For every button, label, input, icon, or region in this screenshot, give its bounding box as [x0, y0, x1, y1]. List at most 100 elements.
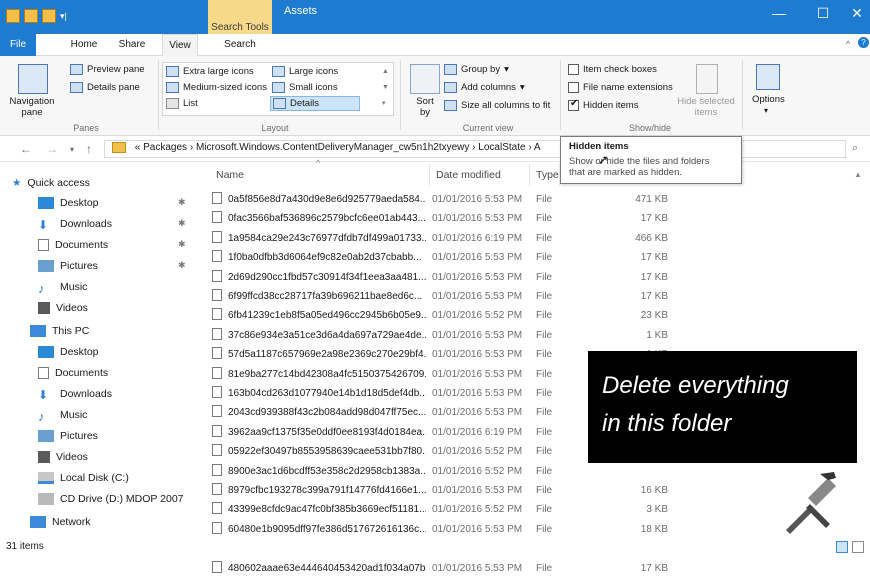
group-by-button[interactable]: Group by ▾: [444, 64, 509, 75]
sidebar-item-local-disk[interactable]: Local Disk (C:): [0, 467, 196, 488]
sidebar-item-label: CD Drive (D:) MDOP 2007: [60, 492, 184, 505]
sidebar-item-videos[interactable]: Videos: [0, 446, 196, 467]
sidebar-item-documents[interactable]: Documents: [0, 362, 196, 383]
sidebar-item-network[interactable]: Network: [0, 511, 196, 532]
minimize-button[interactable]: —: [762, 0, 796, 30]
tab-file[interactable]: File: [0, 34, 36, 56]
details-option[interactable]: Details: [270, 96, 361, 111]
dropdown-arrow-icon[interactable]: ▾: [764, 106, 768, 115]
hidden-items-checkbox[interactable]: [568, 98, 579, 111]
file-row[interactable]: 60480e1b9095dff97fe386d517672616136c... 0…: [198, 520, 846, 539]
breadcrumb-assets[interactable]: A: [534, 142, 541, 153]
file-row[interactable]: 1f0ba0dfbb3d6064ef9c82e0ab2d37cbabb... 01…: [198, 248, 846, 267]
item-check-boxes-toggle[interactable]: Item check boxes: [568, 64, 657, 75]
navigation-pane-icon[interactable]: [18, 64, 48, 94]
sidebar-item-label: Quick access: [27, 176, 90, 189]
file-size: 466 KB: [635, 232, 668, 244]
sidebar-item-this-pc[interactable]: This PC: [0, 320, 196, 341]
search-icon[interactable]: ⌕: [852, 142, 858, 155]
close-button[interactable]: ✕: [840, 0, 870, 30]
hidden-items-toggle[interactable]: Hidden items: [568, 98, 638, 111]
up-arrow-icon[interactable]: ↑: [86, 142, 92, 156]
large-icons-option[interactable]: Large icons: [272, 66, 338, 77]
sidebar-item-music[interactable]: ♪ Music: [0, 276, 196, 297]
sidebar-item-videos[interactable]: Videos: [0, 297, 196, 318]
extra-large-icons-option[interactable]: Extra large icons: [166, 66, 254, 77]
options-icon[interactable]: [756, 64, 780, 90]
recent-locations-icon[interactable]: ▾: [70, 145, 74, 154]
tab-view[interactable]: View: [162, 34, 198, 56]
file-row[interactable]: 8900e3ac1d6bcdff53e358c2d2958cb1383a... 0…: [198, 462, 846, 481]
file-name-extensions-checkbox[interactable]: [568, 82, 579, 93]
small-icons-option[interactable]: Small icons: [272, 82, 338, 93]
scroll-up-icon[interactable]: ▲: [854, 170, 862, 179]
layout-scroll-arrows[interactable]: ▲ ▼ ▾: [382, 64, 389, 112]
file-row[interactable]: 6f99ffcd38cc28717fa39b696211bae8ed6c... 0…: [198, 287, 846, 306]
maximize-button[interactable]: ☐: [806, 0, 840, 30]
file-row[interactable]: 1a9584ca29e243c76977dfdb7df499a01733... 0…: [198, 229, 846, 248]
preview-pane-button[interactable]: Preview pane: [70, 64, 145, 75]
breadcrumb-packages[interactable]: Packages: [143, 142, 187, 153]
tooltip-title: Hidden items: [569, 141, 629, 152]
sidebar-item-music[interactable]: ♪ Music: [0, 404, 196, 425]
file-date: 01/01/2016 5:53 PM: [432, 329, 523, 341]
new-folder-icon[interactable]: [42, 9, 56, 23]
file-date: 01/01/2016 6:19 PM: [432, 426, 523, 438]
sidebar-item-documents[interactable]: Documents ✱: [0, 234, 196, 255]
breadcrumb-localstate[interactable]: LocalState: [478, 142, 525, 153]
details-view-icon[interactable]: [836, 541, 848, 553]
hide-selected-items-button[interactable]: Hide selected items: [676, 96, 736, 118]
customize-toolbar-icon[interactable]: ▾|: [60, 9, 67, 23]
file-name-extensions-toggle[interactable]: File name extensions: [568, 82, 673, 93]
folder-icon: [112, 142, 126, 153]
file-row[interactable]: 43399e8cfdc9ac47fc0bf385b3669ecf51181...…: [198, 500, 846, 519]
sidebar-item-desktop[interactable]: Desktop: [0, 341, 196, 362]
forward-arrow-icon[interactable]: →: [46, 142, 58, 156]
breadcrumb-contentdeliverymanager[interactable]: Microsoft.Windows.ContentDeliveryManager…: [196, 142, 469, 153]
sidebar-item-pictures[interactable]: Pictures ✱: [0, 255, 196, 276]
options-button[interactable]: Options: [752, 94, 785, 105]
item-check-boxes-checkbox[interactable]: [568, 64, 579, 75]
file-row[interactable]: 480602aaae63e444640453420ad1f034a07ba...…: [198, 559, 846, 578]
sidebar-item-cd-drive[interactable]: CD Drive (D:) MDOP 2007: [0, 488, 196, 509]
size-all-columns-button[interactable]: Size all columns to fit: [444, 100, 550, 111]
list-option[interactable]: List: [166, 98, 198, 109]
large-icons-view-icon[interactable]: [852, 541, 864, 553]
medium-icons-option[interactable]: Medium-sized icons: [166, 82, 267, 93]
file-row[interactable]: 37c86e934e3a51ce3d6a4da697a729ae4de... 01…: [198, 326, 846, 345]
hide-selected-icon[interactable]: [696, 64, 718, 94]
file-row[interactable]: 2d69d290cc1fbd57c30914f34f1eea3aa481... 0…: [198, 268, 846, 287]
tab-share[interactable]: Share: [114, 34, 150, 56]
add-columns-button[interactable]: Add columns ▾: [444, 82, 525, 93]
sort-by-icon[interactable]: [410, 64, 440, 94]
sidebar-item-pictures[interactable]: Pictures: [0, 425, 196, 446]
sidebar-item-desktop[interactable]: Desktop ✱: [0, 192, 196, 213]
sidebar-item-downloads[interactable]: ⬇ Downloads: [0, 383, 196, 404]
file-row[interactable]: 8979cfbc193278c399a791f14776fd4166e1... 0…: [198, 481, 846, 500]
help-icon[interactable]: ?: [858, 37, 869, 48]
sidebar-item-quick-access[interactable]: ★ Quick access: [0, 172, 196, 193]
caption-line1: Delete everything: [602, 372, 789, 399]
properties-icon[interactable]: [24, 9, 38, 23]
vertical-scrollbar[interactable]: ▲: [846, 162, 870, 538]
navigation-pane: ★ Quick access Desktop ✱ ⬇ Downloads ✱ D…: [0, 162, 196, 538]
sidebar-item-downloads[interactable]: ⬇ Downloads ✱: [0, 213, 196, 234]
file-row[interactable]: 6fb41239c1eb8f5a05ed496cc2945b6b05e9... 0…: [198, 306, 846, 325]
file-row[interactable]: 0a5f856e8d7a430d9e8e6d925779aeda584... 01…: [198, 190, 846, 209]
sort-by-button[interactable]: Sort by: [410, 96, 440, 118]
ribbon-separator: [560, 60, 561, 130]
tab-search[interactable]: Search: [218, 34, 262, 56]
column-header-date[interactable]: Date modified: [430, 164, 530, 186]
navigation-pane-button[interactable]: Navigation pane: [4, 96, 60, 118]
column-header-type[interactable]: Type: [530, 164, 560, 186]
breadcrumb-overflow[interactable]: «: [135, 142, 141, 153]
file-row[interactable]: 0fac3566baf536896c2579bcfc6ee01ab443... 0…: [198, 209, 846, 228]
tab-home[interactable]: Home: [66, 34, 102, 56]
file-date: 01/01/2016 5:53 PM: [432, 368, 523, 380]
collapse-ribbon-icon[interactable]: ^: [846, 39, 850, 49]
details-pane-button[interactable]: Details pane: [70, 82, 140, 93]
back-arrow-icon[interactable]: ←: [20, 142, 32, 156]
extra-large-icons-label: Extra large icons: [183, 66, 254, 77]
downloads-icon: ⬇: [38, 387, 49, 402]
column-header-name[interactable]: Name: [210, 164, 430, 186]
